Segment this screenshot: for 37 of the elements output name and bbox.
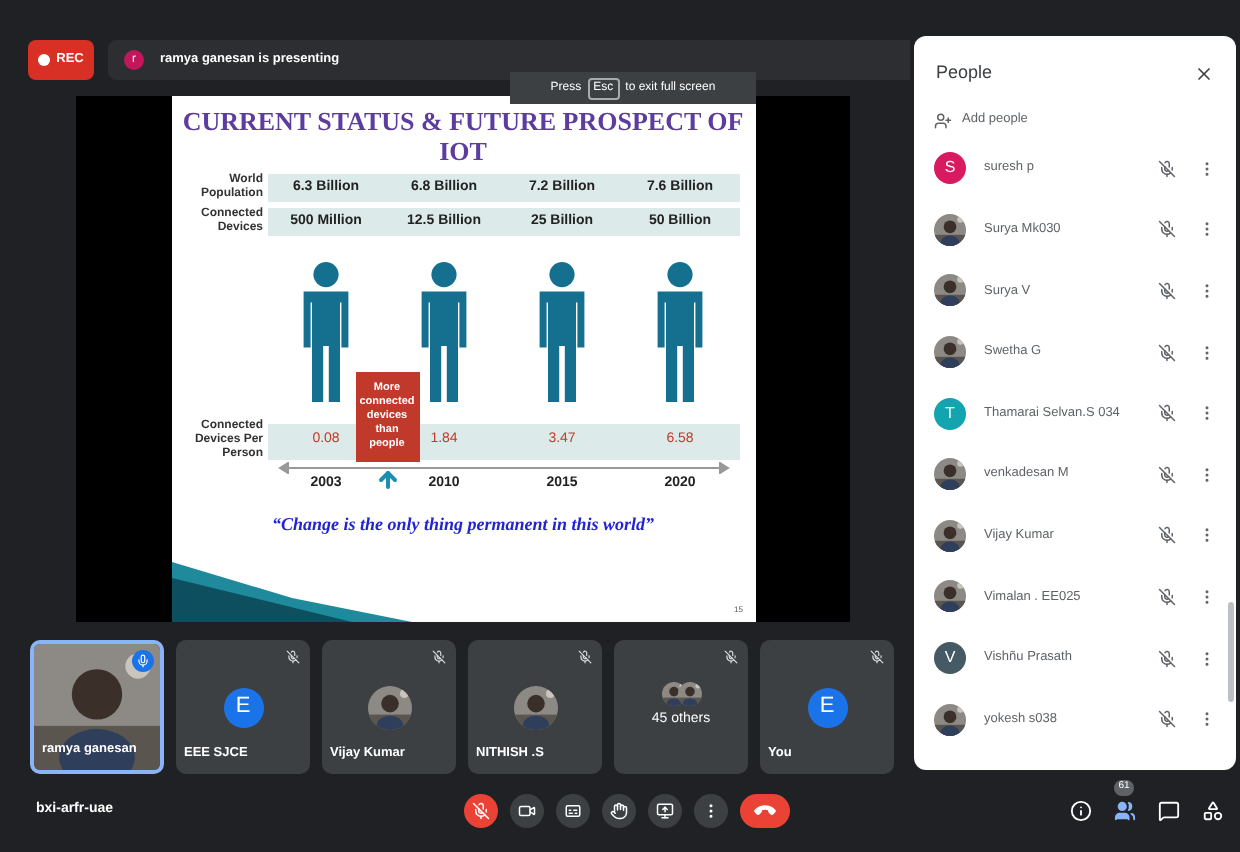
mic-off-icon (472, 801, 490, 819)
slide-quote: “Change is the only thing permanent in this world” (271, 511, 655, 538)
scrollbar[interactable] (1228, 602, 1234, 702)
present-button[interactable] (648, 793, 682, 827)
camera-icon (518, 801, 536, 819)
avatar: E (223, 687, 263, 727)
raise-hand-button[interactable] (602, 793, 636, 827)
add-person-icon (934, 111, 952, 129)
present-screen-icon (656, 801, 674, 819)
shapes-icon (1201, 799, 1223, 821)
avatar: T (934, 397, 966, 430)
info-button[interactable] (1068, 798, 1092, 822)
info-icon (1069, 799, 1091, 821)
mic-off-icon (578, 650, 592, 664)
arrow-up-icon (375, 468, 399, 492)
avatar: E (807, 687, 847, 727)
chat-button[interactable] (1156, 798, 1180, 822)
slide-title: IOT (439, 136, 487, 166)
mic-off-icon (286, 650, 300, 664)
mic-off-icon (870, 650, 884, 664)
captions-icon (564, 801, 582, 819)
avatar: V (934, 642, 966, 675)
close-icon[interactable] (1194, 64, 1214, 84)
slide-title: CURRENT STATUS & FUTURE PROSPECT OF (182, 106, 744, 136)
captions-button[interactable] (556, 793, 590, 827)
people-icon (1113, 799, 1135, 821)
mic-off-icon (724, 650, 738, 664)
microphone-button[interactable] (464, 793, 498, 827)
chat-icon (1157, 799, 1179, 821)
panel-title: People (936, 60, 993, 87)
leave-call-button[interactable] (740, 793, 790, 827)
avatar: S (934, 152, 966, 185)
hand-icon (610, 801, 628, 819)
mic-off-icon (432, 650, 446, 664)
more-options-button[interactable] (694, 793, 728, 827)
camera-button[interactable] (510, 793, 544, 827)
activities-button[interactable] (1200, 798, 1224, 822)
